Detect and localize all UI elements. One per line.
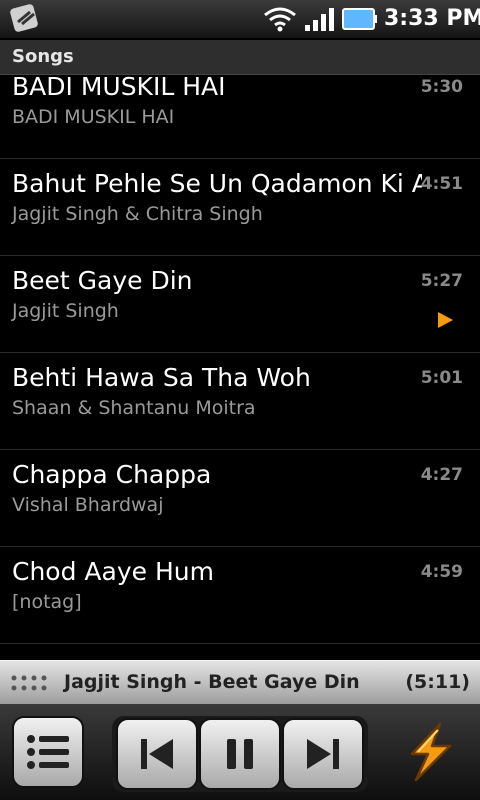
transport-group [112,716,368,792]
previous-icon [141,739,173,769]
song-artist: Jagjit Singh & Chitra Singh [12,203,263,225]
section-title: Songs [12,46,74,67]
song-row[interactable]: Chappa Chappa Vishal Bhardwaj 4:27 [0,450,480,547]
song-row[interactable]: Beet Gaye Din Jagjit Singh 5:27 [0,256,480,353]
song-artist: Jagjit Singh [12,300,119,322]
song-artist: Vishal Bhardwaj [12,494,164,516]
song-duration: 4:27 [420,465,463,485]
signal-icon [305,8,334,31]
pause-icon [227,739,253,769]
now-playing-bar[interactable]: Jagjit Singh - Beet Gaye Din (5:11) [0,660,480,705]
song-row[interactable]: BADI MUSKIL HAI BADI MUSKIL HAI 5:30 [0,74,480,159]
song-artist: BADI MUSKIL HAI [12,106,175,128]
song-row[interactable]: Behti Hawa Sa Tha Woh Shaan & Shantanu M… [0,353,480,450]
drag-handle-icon[interactable] [10,673,54,693]
song-artist: Shaan & Shantanu Moitra [12,397,256,419]
song-duration: 4:51 [420,174,463,194]
song-title: BADI MUSKIL HAI [12,74,226,101]
song-duration: 5:30 [420,77,463,97]
next-icon [307,739,339,769]
song-duration: 4:59 [420,562,463,582]
wifi-icon [264,7,296,32]
battery-icon [342,8,377,30]
now-playing-time: (5:11) [405,671,470,693]
pause-button[interactable] [199,718,281,790]
now-playing-title: Jagjit Singh - Beet Gaye Din [64,671,360,693]
status-bar: 3:33 PM [0,0,480,38]
now-playing-icon [438,312,453,328]
app-icon [10,4,38,32]
song-duration: 5:27 [420,271,463,291]
song-title: Behti Hawa Sa Tha Woh [12,363,311,392]
playlist-button[interactable] [12,716,84,788]
song-title: Bahut Pehle Se Un Qadamon Ki Aahat [12,169,422,198]
song-title: Chappa Chappa [12,460,212,489]
song-artist: [notag] [12,591,82,613]
next-button[interactable] [282,718,364,790]
song-title: Chod Aaye Hum [12,557,214,586]
song-title: Beet Gaye Din [12,266,193,295]
playlist-icon [27,735,69,769]
previous-button[interactable] [116,718,198,790]
song-list[interactable]: BADI MUSKIL HAI BADI MUSKIL HAI 5:30 Bah… [0,74,480,660]
clock-time: 3:33 PM [384,6,480,31]
song-row[interactable]: Bahut Pehle Se Un Qadamon Ki Aahat Jagji… [0,159,480,256]
lightning-bolt-icon[interactable] [400,720,460,784]
song-row[interactable]: Chod Aaye Hum [notag] 4:59 [0,547,480,644]
section-header: Songs [0,40,480,75]
song-duration: 5:01 [420,368,463,388]
